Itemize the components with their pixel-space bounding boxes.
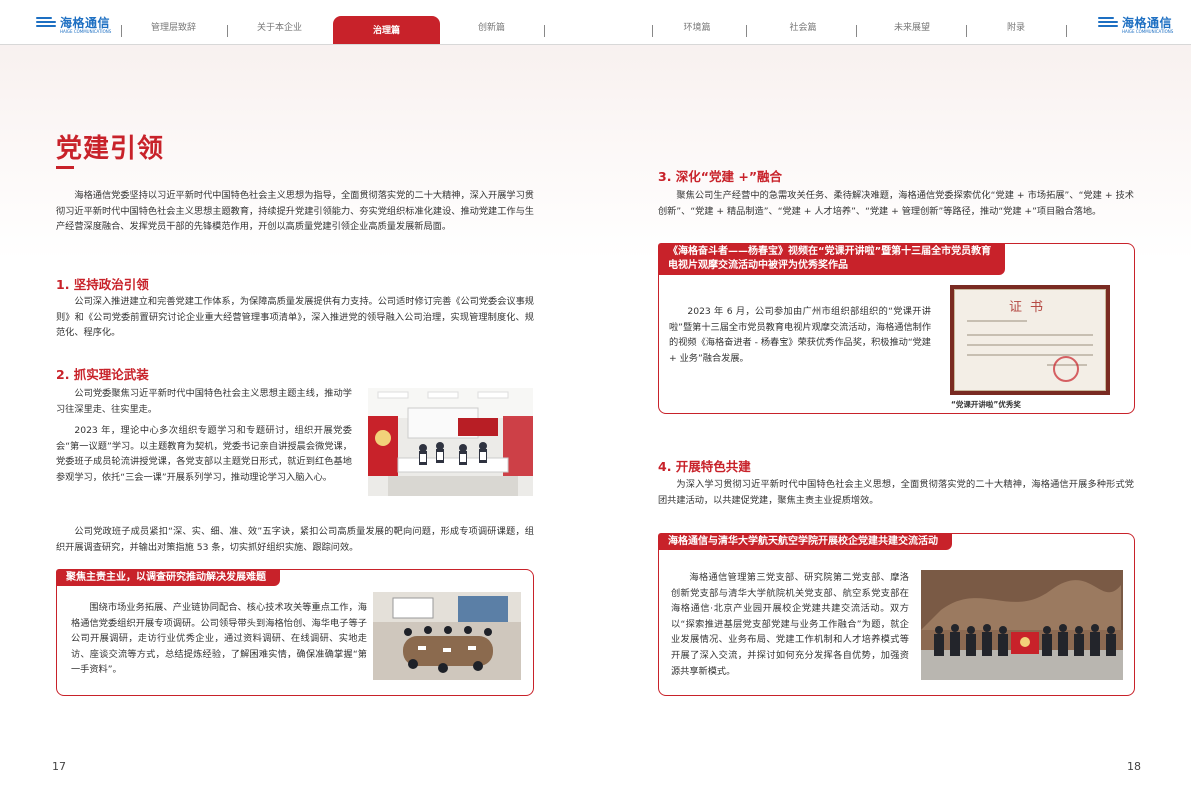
- award-box-tag-line-2: 电视片观摩交流活动中被评为优秀奖作品: [668, 260, 848, 271]
- company-logo-left[interactable]: 海格通信 HAIGE COMMUNICATIONS: [36, 14, 112, 34]
- co-building-box-tag: 海格通信与清华大学航天航空学院开展校企党建共建交流活动: [658, 533, 952, 550]
- nav-tab-innovation[interactable]: 创新篇: [443, 18, 540, 38]
- co-building-group-photo: [921, 570, 1123, 680]
- intro-paragraph: 海格通信党委坚持以习近平新时代中国特色社会主义思想为指导，全面贯彻落实党的二十大…: [56, 190, 534, 233]
- nav-tab-society[interactable]: 社会篇: [760, 18, 846, 38]
- section-1-text: 公司深入推进建立和完善党建工作体系，为保障高质量发展提供有力支持。公司适时修订完…: [56, 296, 534, 339]
- award-box-tag: 《海格奋斗者——杨春宝》视频在“党课开讲啦”暨第十三届全市党员教育 电视片观摩交…: [658, 243, 1006, 275]
- nav-tab-future[interactable]: 未来展望: [866, 18, 958, 38]
- section-2-para-2: 2023 年，理论中心多次组织专题学习和专题研讨，组织开展党委会“第一议题”学习…: [56, 425, 352, 483]
- certificate-paper: 证书: [954, 289, 1106, 391]
- nav-separator: [544, 25, 545, 37]
- nav-separator: [966, 25, 967, 37]
- certificate-caption: “党课开讲啦”优秀奖: [951, 400, 1021, 409]
- nav-separator: [746, 25, 747, 37]
- research-box-tag: 聚焦主责主业，以调查研究推动解决发展难题: [56, 569, 280, 586]
- company-logo-right[interactable]: 海格通信 HAIGE COMMUNICATIONS: [1098, 14, 1174, 34]
- nav-separator: [121, 25, 122, 37]
- research-highlight-box: 聚焦主责主业，以调查研究推动解决发展难题 围绕市场业务拓展、产业链协同配合、核心…: [56, 569, 534, 696]
- nav-tab-appendix[interactable]: 附录: [976, 18, 1056, 38]
- section-heading-3: 3. 深化“党建 +”融合: [658, 169, 783, 184]
- certificate-line: [967, 354, 1093, 356]
- certificate-seal-icon: [1053, 356, 1079, 382]
- research-meeting-photo-art: [373, 592, 521, 680]
- page-title: 党建引领: [56, 134, 165, 164]
- page-number-right: 18: [1127, 760, 1141, 773]
- logo-subtext: HAIGE COMMUNICATIONS: [60, 29, 112, 34]
- nav-tab-management-message[interactable]: 管理层致辞: [125, 18, 222, 38]
- nav-separator: [856, 25, 857, 37]
- award-box-text: 2023 年 6 月，公司参加由广州市组织部组织的“党课开讲啦”暨第十三届全市党…: [669, 306, 932, 364]
- certificate-line: [967, 344, 1093, 346]
- study-session-photo: [368, 388, 533, 496]
- nav-tab-governance-active[interactable]: 治理篇: [333, 16, 440, 44]
- award-box-tag-line-1: 《海格奋斗者——杨春宝》视频在“党课开讲啦”暨第十三届全市党员教育: [668, 246, 992, 257]
- section-3-text: 聚焦公司生产经营中的急需攻关任务、柔待解决难题，海格通信党委探索优化“党建 + …: [658, 190, 1134, 217]
- title-underline: [56, 166, 74, 169]
- logo-mark-icon: [36, 16, 56, 30]
- co-building-group-photo-art: [921, 570, 1123, 680]
- co-building-highlight-box: 海格通信与清华大学航天航空学院开展校企党建共建交流活动 海格通信管理第三党支部、…: [658, 533, 1135, 696]
- nav-separator: [227, 25, 228, 37]
- section-heading-1: 1. 坚持政治引领: [56, 277, 149, 292]
- nav-separator: [652, 25, 653, 37]
- research-meeting-photo: [373, 592, 521, 680]
- certificate-frame: 证书: [950, 285, 1110, 395]
- nav-tab-environment[interactable]: 环境篇: [656, 18, 738, 38]
- nav-tab-about[interactable]: 关于本企业: [231, 18, 328, 38]
- section-heading-2: 2. 抓实理论武装: [56, 367, 149, 382]
- section-2-para-1: 公司党委聚焦习近平新时代中国特色社会主义思想主题主线，推动学习往深里走、往实里走…: [56, 388, 352, 415]
- certificate-title: 证书: [1008, 300, 1051, 315]
- study-session-photo-art: [368, 388, 533, 496]
- section-heading-4: 4. 开展特色共建: [658, 459, 751, 474]
- section-4-text: 为深入学习贯彻习近平新时代中国特色社会主义思想，全面贯彻落实党的二十大精神，海格…: [658, 479, 1134, 506]
- research-box-text: 围绕市场业务拓展、产业链协同配合、核心技术攻关等重点工作，海格通信党委组织开展专…: [71, 602, 367, 676]
- certificate-line: [967, 320, 1027, 322]
- co-building-box-text: 海格通信管理第三党支部、研究院第二党支部、摩洛创新党支部与清华大学航院机关党支部…: [671, 572, 909, 677]
- logo-subtext: HAIGE COMMUNICATIONS: [1122, 29, 1174, 34]
- nav-separator: [1066, 25, 1067, 37]
- section-2-para-3: 公司党政班子成员紧扣“深、实、细、准、效”五字诀，紧扣公司高质量发展的靶向问题，…: [56, 526, 534, 553]
- award-highlight-box: 《海格奋斗者——杨春宝》视频在“党课开讲啦”暨第十三届全市党员教育 电视片观摩交…: [658, 243, 1135, 414]
- logo-mark-icon: [1098, 16, 1118, 30]
- page-number-left: 17: [52, 760, 66, 773]
- top-navigation-bar: 海格通信 HAIGE COMMUNICATIONS 管理层致辞 关于本企业 治理…: [0, 0, 1191, 45]
- certificate-line: [967, 334, 1093, 336]
